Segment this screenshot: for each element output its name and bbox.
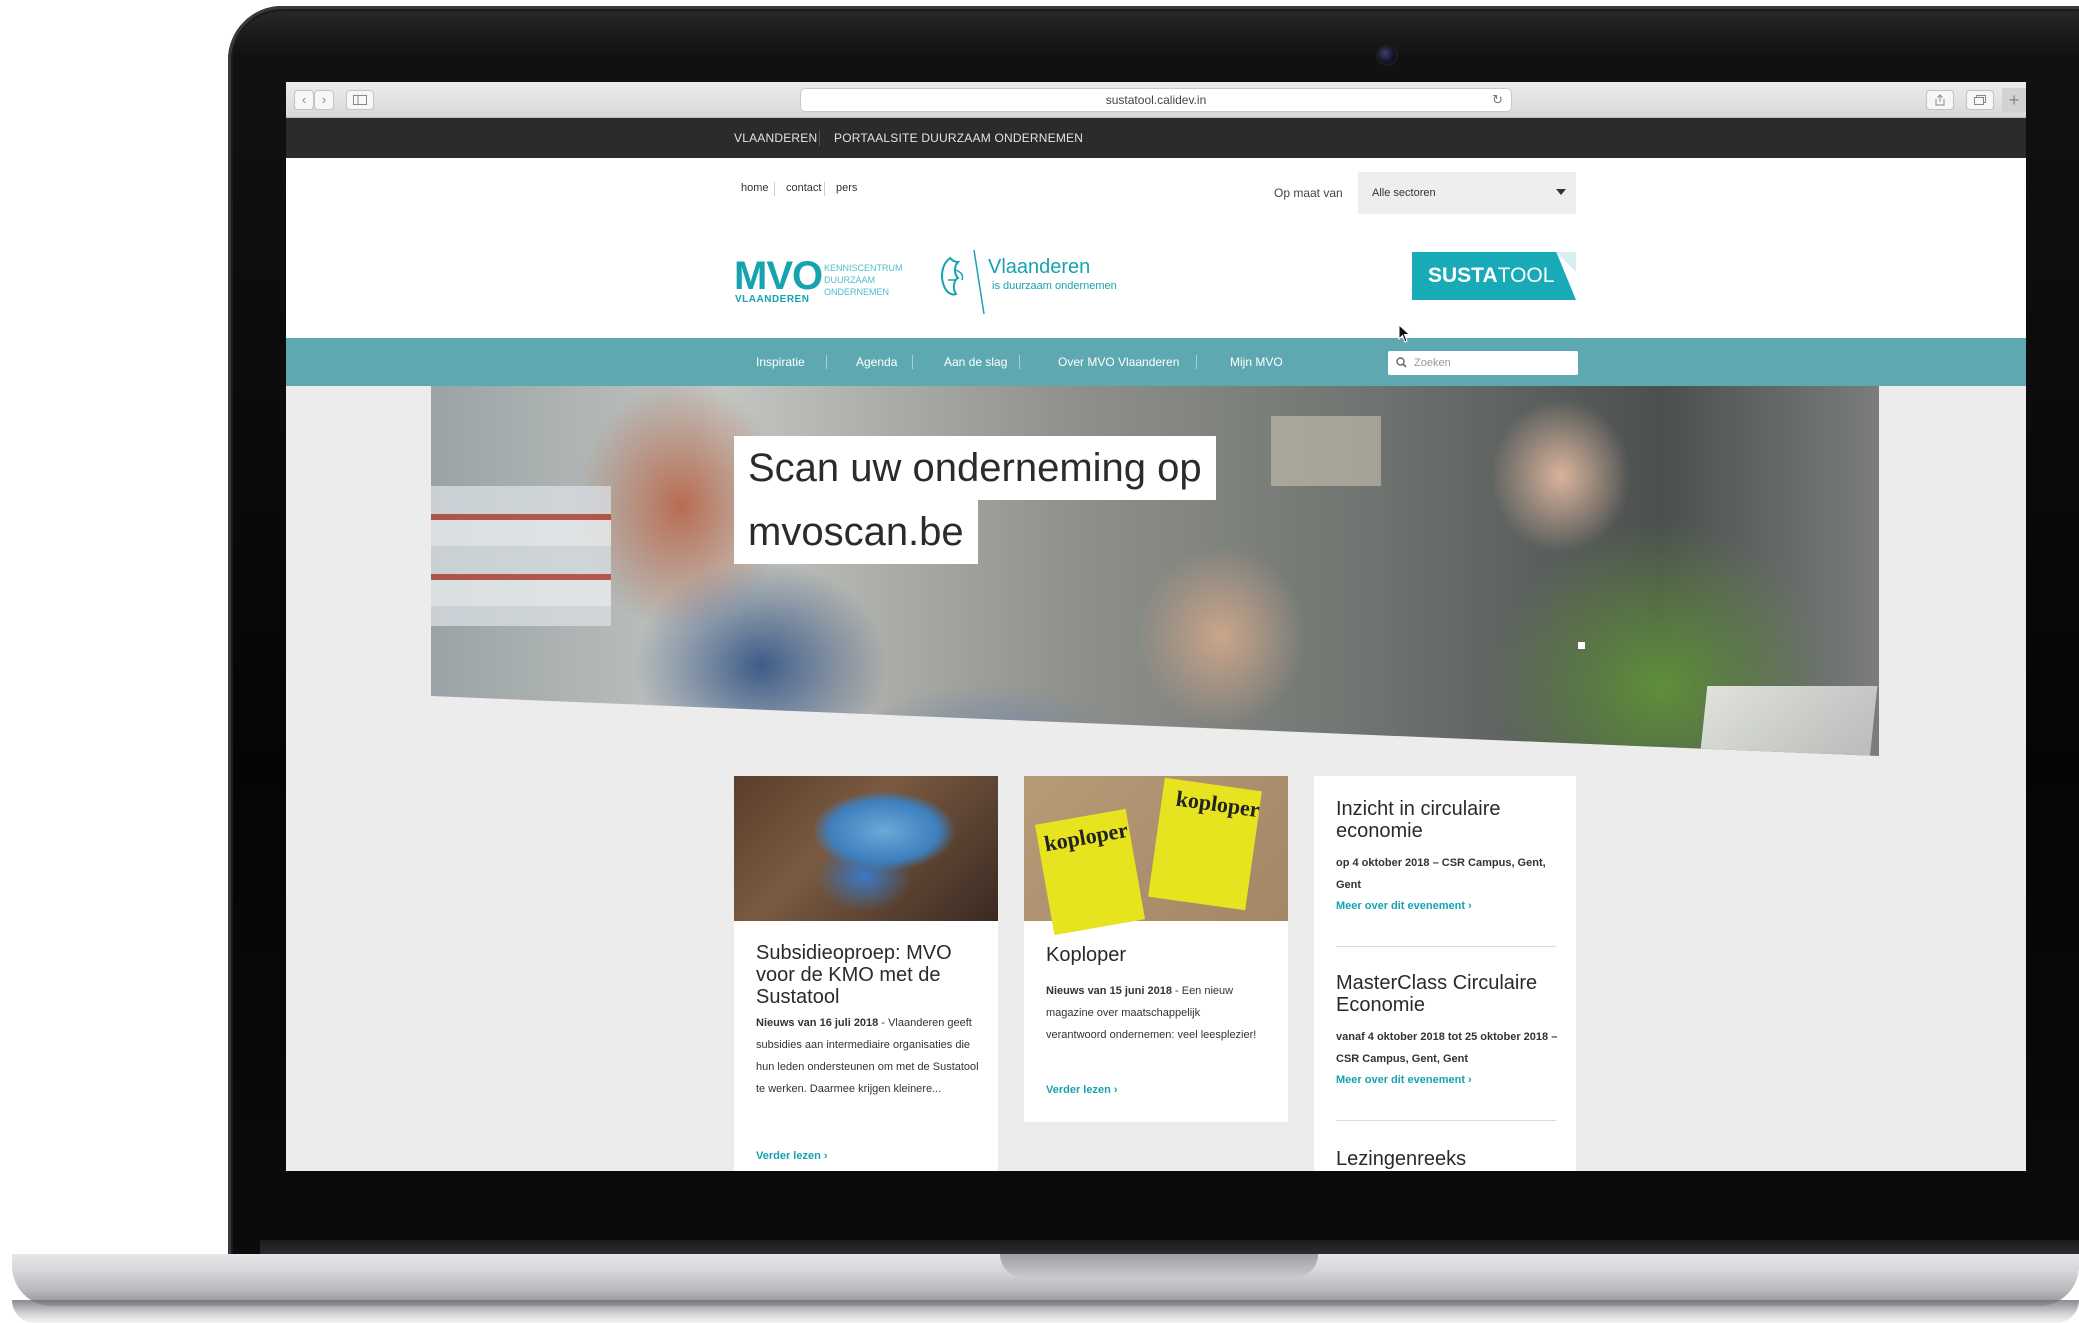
chevron-down-icon xyxy=(1556,189,1566,195)
event-meta: vanaf 4 oktober 2018 tot 25 oktober 2018… xyxy=(1336,1031,1558,1065)
nav-item-mijn-mvo[interactable]: Mijn MVO xyxy=(1230,338,1283,386)
news-card-title[interactable]: Subsidieoproep: MVO voor de KMO met de S… xyxy=(756,942,976,1008)
read-more-link[interactable]: Verder lezen › xyxy=(756,1150,828,1162)
reload-icon[interactable]: ↻ xyxy=(1492,89,1503,111)
search-input[interactable]: Zoeken xyxy=(1388,351,1578,375)
portal-topbar: VLAANDEREN PORTAALSITE DUURZAAM ONDERNEM… xyxy=(286,118,2026,158)
util-divider xyxy=(824,182,825,196)
topbar-link-vlaanderen[interactable]: VLAANDEREN xyxy=(734,118,817,158)
sector-select[interactable]: Alle sectoren xyxy=(1358,172,1576,214)
util-link-pers[interactable]: pers xyxy=(836,182,857,194)
tabs-overview-icon[interactable] xyxy=(1966,90,1994,110)
event-link[interactable]: Meer over dit evenement › xyxy=(1336,900,1472,912)
hero-photo-box xyxy=(1271,416,1381,486)
sidebar-toggle-icon[interactable] xyxy=(346,90,374,110)
site-header: home contact pers Op maat van Alle secto… xyxy=(286,158,2026,338)
new-tab-icon[interactable]: + xyxy=(2002,88,2026,112)
event-title[interactable]: Inzicht in circulaire economie xyxy=(1336,798,1556,842)
laptop-foot xyxy=(12,1300,2079,1323)
share-icon[interactable] xyxy=(1926,90,1954,110)
news-card[interactable]: Subsidieoproep: MVO voor de KMO met de S… xyxy=(734,776,998,1171)
news-card-title[interactable]: Koploper xyxy=(1046,944,1266,966)
event-link[interactable]: Meer over dit evenement › xyxy=(1336,1074,1472,1086)
laptop-notch xyxy=(1000,1254,1318,1278)
nav-divider xyxy=(1019,355,1020,369)
mouse-cursor-icon xyxy=(1398,324,1411,343)
sustatool-logo-bold: SUSTA xyxy=(1428,264,1498,287)
nav-item-agenda[interactable]: Agenda xyxy=(856,338,897,386)
browser-toolbar: ‹ › sustatool.calidev.in ↻ + xyxy=(286,82,2026,118)
sustatool-logo-rest: TOOL xyxy=(1497,264,1555,287)
sustatool-logo[interactable]: SUSTATOOL xyxy=(1412,252,1576,300)
util-link-contact[interactable]: contact xyxy=(786,182,821,194)
slider-indicator[interactable] xyxy=(1578,642,1585,649)
news-card-meta: Nieuws van 15 juni 2018 xyxy=(1046,985,1172,997)
camera-icon xyxy=(1378,46,1396,64)
search-icon xyxy=(1396,357,1407,368)
event-divider xyxy=(1336,1120,1556,1121)
event-divider xyxy=(1336,946,1556,947)
util-divider xyxy=(774,182,775,196)
event-meta: op 4 oktober 2018 – CSR Campus, Gent, Ge… xyxy=(1336,857,1546,891)
hero-photo-monitor xyxy=(1694,686,1878,756)
nav-item-over-mvo[interactable]: Over MVO Vlaanderen xyxy=(1058,338,1179,386)
topbar-link-portaalsite[interactable]: PORTAALSITE DUURZAAM ONDERNEMEN xyxy=(834,118,1083,158)
sector-select-value: Alle sectoren xyxy=(1372,187,1436,199)
nav-divider xyxy=(912,355,913,369)
magazine-cover-title: koploper xyxy=(1042,817,1130,857)
news-card[interactable]: koploper koploper Koploper Nieuws van 15… xyxy=(1024,776,1288,1122)
magazine-cover: koploper xyxy=(1148,777,1262,911)
event-title[interactable]: MasterClass Circulaire Economie xyxy=(1336,972,1556,1016)
mvo-tagline: KENNISCENTRUM DUURZAAM ONDERNEMEN xyxy=(824,263,903,297)
magazine-cover: koploper xyxy=(1034,808,1146,936)
sector-label: Op maat van xyxy=(1274,186,1343,200)
nav-divider xyxy=(826,355,827,369)
news-card-text: Nieuws van 16 juli 2018 - Vlaanderen gee… xyxy=(756,1012,982,1100)
address-bar[interactable]: sustatool.calidev.in ↻ xyxy=(800,88,1512,112)
hero-caption-line2: mvoscan.be xyxy=(734,500,978,564)
browser-screen: ‹ › sustatool.calidev.in ↻ + VLAANDEREN … xyxy=(286,82,2026,1171)
news-card-image-puzzle xyxy=(734,776,998,921)
magazine-cover-title: koploper xyxy=(1174,785,1262,823)
nav-divider xyxy=(1196,355,1197,369)
events-card: Inzicht in circulaire economie op 4 okto… xyxy=(1314,776,1576,1171)
back-button[interactable]: ‹ xyxy=(294,90,314,110)
mvo-logo-sub: VLAANDEREN xyxy=(735,294,810,305)
read-more-link[interactable]: Verder lezen › xyxy=(1046,1084,1118,1096)
hero-caption[interactable]: Scan uw onderneming op mvoscan.be xyxy=(734,436,1216,564)
news-card-image-magazine: koploper koploper xyxy=(1024,776,1288,936)
forward-button[interactable]: › xyxy=(314,90,334,110)
topbar-divider xyxy=(819,130,820,146)
vlaanderen-title: Vlaanderen xyxy=(988,256,1091,278)
flemish-lion-icon xyxy=(941,250,985,315)
hero-caption-line1: Scan uw onderneming op xyxy=(734,436,1216,500)
main-nav: Inspiratie Agenda Aan de slag Over MVO V… xyxy=(286,338,2026,386)
hero-photo-shelf xyxy=(431,486,611,626)
mvo-logo-text: MVO xyxy=(734,254,823,298)
search-placeholder: Zoeken xyxy=(1414,357,1451,369)
nav-item-aan-de-slag[interactable]: Aan de slag xyxy=(944,338,1007,386)
nav-item-inspiratie[interactable]: Inspiratie xyxy=(756,338,805,386)
news-card-text: Nieuws van 15 juni 2018 - Een nieuw maga… xyxy=(1046,980,1258,1046)
util-link-home[interactable]: home xyxy=(741,182,769,194)
address-bar-text: sustatool.calidev.in xyxy=(1105,93,1207,107)
event-title[interactable]: Lezingenreeks xyxy=(1336,1148,1556,1170)
news-card-meta: Nieuws van 16 juli 2018 xyxy=(756,1017,879,1029)
vlaanderen-subtitle: is duurzaam ondernemen xyxy=(992,280,1117,292)
